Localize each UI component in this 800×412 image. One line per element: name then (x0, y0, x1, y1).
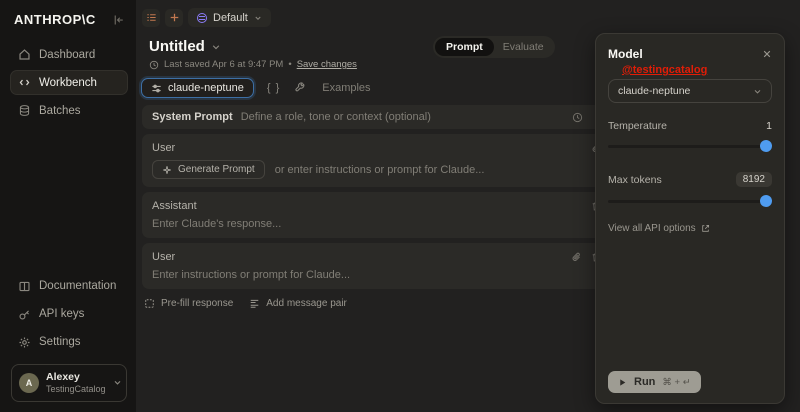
clock-icon (149, 60, 159, 70)
max-tokens-slider[interactable] (608, 195, 772, 207)
title-chevron-down-icon[interactable] (211, 42, 221, 52)
user-menu[interactable]: A Alexey TestingCatalog (11, 363, 127, 402)
dashed-box-icon (144, 298, 155, 309)
role-label: User (152, 251, 176, 263)
chevron-down-icon (254, 14, 262, 22)
sidebar-item-dashboard[interactable]: Dashboard (11, 43, 127, 66)
close-icon[interactable] (762, 49, 772, 59)
sidebar-item-label: Batches (39, 104, 81, 117)
home-icon (18, 48, 31, 61)
run-shortcut: ⌘ + ↵ (662, 376, 691, 388)
page-title: Untitled (149, 38, 205, 55)
stack-icon (18, 104, 31, 117)
tab-evaluate[interactable]: Evaluate (494, 38, 553, 56)
sidebar-item-api-keys[interactable]: API keys (11, 303, 127, 326)
message-pair-icon (249, 298, 260, 309)
run-button[interactable]: Run ⌘ + ↵ (608, 371, 701, 393)
sidebar-item-settings[interactable]: Settings (11, 331, 127, 354)
sidebar-item-label: API keys (39, 308, 85, 321)
code-icon (18, 76, 31, 89)
generate-prompt-button[interactable]: Generate Prompt (152, 160, 265, 179)
sidebar-item-label: Settings (39, 336, 81, 349)
workspace-label: Default (213, 11, 248, 24)
temperature-value: 1 (766, 120, 772, 132)
sliders-icon (151, 83, 162, 94)
message-card-assistant[interactable]: Assistant Enter Claude's response... (142, 192, 612, 238)
prefill-response-label: Pre-fill response (161, 298, 234, 309)
sparkle-icon (162, 165, 172, 175)
key-icon (18, 308, 31, 321)
list-icon (146, 12, 157, 23)
history-clock-icon[interactable] (572, 112, 583, 123)
mode-switcher: Prompt Evaluate (433, 36, 555, 58)
view-api-options-label: View all API options (608, 223, 696, 234)
book-icon (18, 280, 31, 293)
system-prompt-label: System Prompt (152, 111, 233, 123)
gear-icon (18, 336, 31, 349)
temperature-label: Temperature (608, 120, 667, 132)
slider-track (608, 200, 772, 203)
model-select[interactable]: claude-neptune (608, 79, 772, 103)
examples-button[interactable]: Examples (322, 82, 370, 94)
last-saved-text: Last saved Apr 6 at 9:47 PM (164, 59, 284, 70)
role-label: User (152, 142, 176, 154)
model-pill[interactable]: claude-neptune (142, 79, 253, 97)
system-prompt-placeholder: Define a role, tone or context (optional… (240, 111, 431, 123)
system-prompt-card[interactable]: System Prompt Define a role, tone or con… (142, 105, 612, 129)
add-message-pair-button[interactable]: Add message pair (249, 298, 347, 309)
max-tokens-label: Max tokens (608, 173, 662, 186)
play-icon (618, 378, 627, 387)
workspace-selector[interactable]: Default (188, 8, 271, 27)
chevron-down-icon (753, 87, 762, 96)
plus-icon (169, 12, 180, 23)
save-changes-link[interactable]: Save changes (297, 59, 357, 70)
panel-title: Model (608, 47, 643, 61)
prefill-response-button[interactable]: Pre-fill response (144, 298, 233, 309)
run-label: Run (634, 376, 656, 388)
project-icon (197, 12, 207, 23)
generate-prompt-label: Generate Prompt (178, 164, 255, 175)
tab-prompt[interactable]: Prompt (435, 38, 494, 56)
user-org: TestingCatalog (46, 383, 106, 394)
sidebar-item-label: Documentation (39, 280, 117, 293)
slider-track (608, 145, 772, 148)
message-card-user-2[interactable]: User Enter instructions or prompt for Cl… (142, 243, 612, 289)
sidebar-item-workbench[interactable]: Workbench (11, 71, 127, 94)
sidebar-item-batches[interactable]: Batches (11, 99, 127, 122)
sidebar-item-documentation[interactable]: Documentation (11, 275, 127, 298)
watermark-annotation: @testingcatalog (622, 64, 708, 76)
main-area: Default Untitled Prompt Evaluate Last sa… (136, 0, 800, 412)
avatar: A (19, 372, 39, 393)
temperature-slider[interactable] (608, 140, 772, 152)
prompt-list-button[interactable] (142, 8, 160, 27)
slider-handle[interactable] (760, 140, 772, 152)
brand-logo: ANTHROP\C (14, 12, 96, 27)
slider-handle[interactable] (760, 195, 772, 207)
user-input-placeholder: Enter instructions or prompt for Claude.… (152, 269, 351, 281)
external-link-icon (701, 224, 710, 233)
view-api-options-link[interactable]: View all API options (608, 223, 772, 234)
tools-wrench-icon[interactable] (294, 82, 306, 94)
paperclip-icon[interactable] (571, 252, 582, 263)
sidebar-item-label: Workbench (39, 76, 97, 89)
sidebar: ANTHROP\C Dashboard Workbench Batches Do… (0, 0, 136, 412)
message-card-user-1[interactable]: User Generate Prompt or enter instructio… (142, 134, 612, 187)
user-name: Alexey (46, 370, 80, 383)
new-prompt-button[interactable] (165, 8, 183, 27)
code-view-button[interactable]: { } (267, 82, 280, 94)
app-window: ANTHROP\C Dashboard Workbench Batches Do… (0, 0, 800, 412)
user-input-placeholder: or enter instructions or prompt for Clau… (274, 163, 485, 176)
max-tokens-value[interactable]: 8192 (735, 172, 772, 187)
sidebar-item-label: Dashboard (39, 48, 96, 61)
model-settings-panel: Model @testingcatalog claude-neptune Tem… (595, 33, 785, 404)
role-label: Assistant (152, 200, 197, 212)
model-select-value: claude-neptune (618, 85, 691, 97)
collapse-sidebar-icon[interactable] (113, 14, 125, 26)
chevron-down-icon (113, 378, 122, 387)
model-pill-label: claude-neptune (168, 82, 244, 94)
assistant-input-placeholder: Enter Claude's response... (152, 218, 282, 230)
add-message-pair-label: Add message pair (266, 298, 347, 309)
dot-separator: • (288, 59, 292, 70)
